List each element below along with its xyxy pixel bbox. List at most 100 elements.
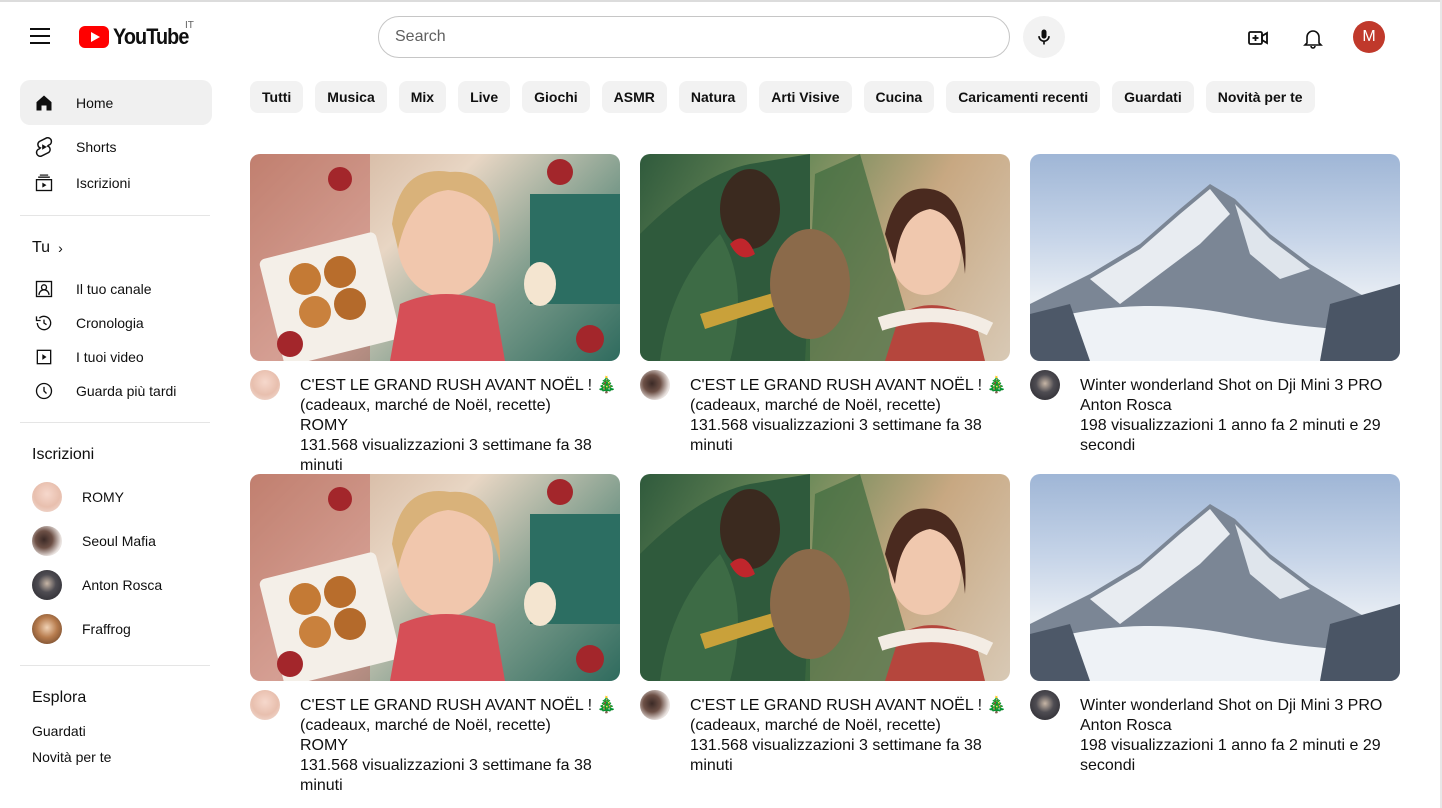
chip-caricamenti-recenti[interactable]: Caricamenti recenti bbox=[946, 81, 1101, 113]
video-stats: 198 visualizzazioni 1 anno fa 2 minuti e… bbox=[1080, 737, 1381, 774]
subscriptions-heading: Iscrizioni bbox=[32, 446, 95, 463]
sidebar-divider bbox=[20, 215, 210, 216]
video-card[interactable]: Winter wonderland Shot on Dji Mini 3 PRO… bbox=[1030, 154, 1400, 456]
video-thumbnail[interactable] bbox=[250, 154, 620, 361]
sidebar-item-label: Home bbox=[76, 94, 114, 111]
subscription-label: Anton Rosca bbox=[82, 577, 163, 593]
subscription-label: Fraffrog bbox=[82, 621, 131, 637]
video-channel-name[interactable]: ROMY bbox=[300, 736, 620, 756]
chip-arti-visive[interactable]: Arti Visive bbox=[759, 81, 852, 113]
video-card[interactable]: C'EST LE GRAND RUSH AVANT NOËL ! 🎄 (cade… bbox=[250, 474, 620, 796]
channel-avatar[interactable] bbox=[640, 370, 670, 400]
channel-avatar bbox=[32, 482, 62, 512]
you-heading-label: Tu bbox=[32, 239, 51, 256]
video-channel-name[interactable]: Anton Rosca bbox=[1080, 716, 1400, 736]
video-thumbnail[interactable] bbox=[1030, 154, 1400, 361]
masthead: YouTube IT M bbox=[0, 2, 1440, 72]
channel-avatar[interactable] bbox=[1030, 690, 1060, 720]
sidebar-item-label: Il tuo canale bbox=[76, 281, 152, 297]
channel-avatar[interactable] bbox=[1030, 370, 1060, 400]
video-card[interactable]: C'EST LE GRAND RUSH AVANT NOËL ! 🎄 (cade… bbox=[640, 154, 1010, 456]
sidebar-item-home[interactable]: Home bbox=[20, 80, 212, 125]
video-title[interactable]: C'EST LE GRAND RUSH AVANT NOËL ! 🎄 (cade… bbox=[300, 376, 620, 416]
sidebar-item-subscriptions[interactable]: Iscrizioni bbox=[20, 163, 212, 203]
video-stats: 131.568 visualizzazioni 3 settimane fa 3… bbox=[300, 437, 592, 474]
chip-musica[interactable]: Musica bbox=[315, 81, 387, 113]
notifications-bell-icon[interactable] bbox=[1293, 18, 1333, 58]
menu-icon[interactable] bbox=[22, 18, 58, 54]
subscriptions-icon bbox=[32, 171, 56, 195]
sidebar-divider bbox=[20, 665, 210, 666]
video-channel-name[interactable]: ROMY bbox=[300, 416, 620, 436]
chip-giochi[interactable]: Giochi bbox=[522, 81, 590, 113]
sidebar-subscription-fraffrog[interactable]: Fraffrog bbox=[20, 607, 212, 651]
sidebar-item-your-videos[interactable]: I tuoi video bbox=[20, 340, 212, 374]
video-channel-name[interactable]: Anton Rosca bbox=[1080, 396, 1400, 416]
video-title[interactable]: C'EST LE GRAND RUSH AVANT NOËL ! 🎄 (cade… bbox=[690, 696, 1010, 736]
sidebar-you-heading[interactable]: Tu › bbox=[20, 228, 212, 268]
video-thumbnail[interactable] bbox=[1030, 474, 1400, 681]
create-video-icon[interactable] bbox=[1238, 18, 1278, 58]
youtube-logo[interactable]: YouTube bbox=[79, 24, 197, 50]
video-text: Winter wonderland Shot on Dji Mini 3 PRO… bbox=[1080, 376, 1400, 456]
video-stats: 198 visualizzazioni 1 anno fa 2 minuti e… bbox=[1080, 417, 1381, 454]
chip-live[interactable]: Live bbox=[458, 81, 511, 113]
chip-cucina[interactable]: Cucina bbox=[863, 81, 935, 113]
video-text: Winter wonderland Shot on Dji Mini 3 PRO… bbox=[1080, 696, 1400, 776]
video-stats: 131.568 visualizzazioni 3 settimane fa 3… bbox=[300, 757, 592, 794]
explore-heading: Esplora bbox=[32, 689, 87, 706]
filter-chips-bar: Tutti Musica Mix Live Giochi ASMR Natura… bbox=[250, 81, 1315, 113]
video-title[interactable]: C'EST LE GRAND RUSH AVANT NOËL ! 🎄 (cade… bbox=[300, 696, 620, 736]
subscription-label: Seoul Mafia bbox=[82, 533, 156, 549]
shorts-icon bbox=[32, 135, 56, 159]
sidebar-item-your-channel[interactable]: Il tuo canale bbox=[20, 272, 212, 306]
video-title[interactable]: Winter wonderland Shot on Dji Mini 3 PRO bbox=[1080, 376, 1400, 396]
sidebar: Home Shorts Iscrizioni Tu › Il tuo canal… bbox=[20, 80, 212, 770]
home-icon bbox=[32, 91, 56, 115]
microphone-icon[interactable] bbox=[1023, 16, 1065, 58]
chip-natura[interactable]: Natura bbox=[678, 81, 748, 113]
history-icon bbox=[32, 311, 56, 335]
sidebar-explore-watched[interactable]: Guardati bbox=[20, 718, 212, 744]
video-stats: 131.568 visualizzazioni 3 settimane fa 3… bbox=[690, 737, 982, 774]
sidebar-item-label: Iscrizioni bbox=[76, 175, 131, 191]
video-card[interactable]: C'EST LE GRAND RUSH AVANT NOËL ! 🎄 (cade… bbox=[640, 474, 1010, 776]
search-box[interactable] bbox=[378, 16, 1010, 58]
video-text: C'EST LE GRAND RUSH AVANT NOËL ! 🎄 (cade… bbox=[300, 376, 620, 476]
chip-novita-per-te[interactable]: Novità per te bbox=[1205, 81, 1315, 113]
video-title[interactable]: Winter wonderland Shot on Dji Mini 3 PRO bbox=[1080, 696, 1400, 716]
sidebar-explore-new-for-you[interactable]: Novità per te bbox=[20, 744, 212, 770]
chip-mix[interactable]: Mix bbox=[398, 81, 447, 113]
video-thumbnail[interactable] bbox=[640, 474, 1010, 681]
channel-avatar[interactable] bbox=[250, 370, 280, 400]
youtube-play-icon bbox=[79, 26, 109, 48]
account-avatar[interactable]: M bbox=[1353, 21, 1385, 53]
sidebar-item-shorts[interactable]: Shorts bbox=[20, 127, 212, 167]
sidebar-item-history[interactable]: Cronologia bbox=[20, 306, 212, 340]
video-thumbnail[interactable] bbox=[250, 474, 620, 681]
sidebar-item-watch-later[interactable]: Guarda più tardi bbox=[20, 374, 212, 408]
video-text: C'EST LE GRAND RUSH AVANT NOËL ! 🎄 (cade… bbox=[300, 696, 620, 796]
channel-avatar bbox=[32, 570, 62, 600]
video-card[interactable]: Winter wonderland Shot on Dji Mini 3 PRO… bbox=[1030, 474, 1400, 776]
channel-avatar bbox=[32, 526, 62, 556]
sidebar-item-label: I tuoi video bbox=[76, 349, 144, 365]
logo-text: YouTube bbox=[113, 24, 189, 49]
search-input[interactable] bbox=[395, 28, 1009, 46]
chip-asmr[interactable]: ASMR bbox=[601, 81, 667, 113]
chip-tutti[interactable]: Tutti bbox=[250, 81, 304, 113]
video-card[interactable]: C'EST LE GRAND RUSH AVANT NOËL ! 🎄 (cade… bbox=[250, 154, 620, 476]
video-thumbnail[interactable] bbox=[640, 154, 1010, 361]
sidebar-divider bbox=[20, 422, 210, 423]
chevron-right-icon: › bbox=[58, 240, 63, 256]
video-title[interactable]: C'EST LE GRAND RUSH AVANT NOËL ! 🎄 (cade… bbox=[690, 376, 1010, 416]
sidebar-subscription-seoul-mafia[interactable]: Seoul Mafia bbox=[20, 519, 212, 563]
channel-avatar[interactable] bbox=[250, 690, 280, 720]
subscription-label: ROMY bbox=[82, 489, 124, 505]
sidebar-subscription-anton-rosca[interactable]: Anton Rosca bbox=[20, 563, 212, 607]
chip-guardati[interactable]: Guardati bbox=[1112, 81, 1194, 113]
channel-avatar[interactable] bbox=[640, 690, 670, 720]
video-text: C'EST LE GRAND RUSH AVANT NOËL ! 🎄 (cade… bbox=[690, 696, 1010, 776]
sidebar-subscription-romy[interactable]: ROMY bbox=[20, 475, 212, 519]
sidebar-item-label: Cronologia bbox=[76, 315, 144, 331]
